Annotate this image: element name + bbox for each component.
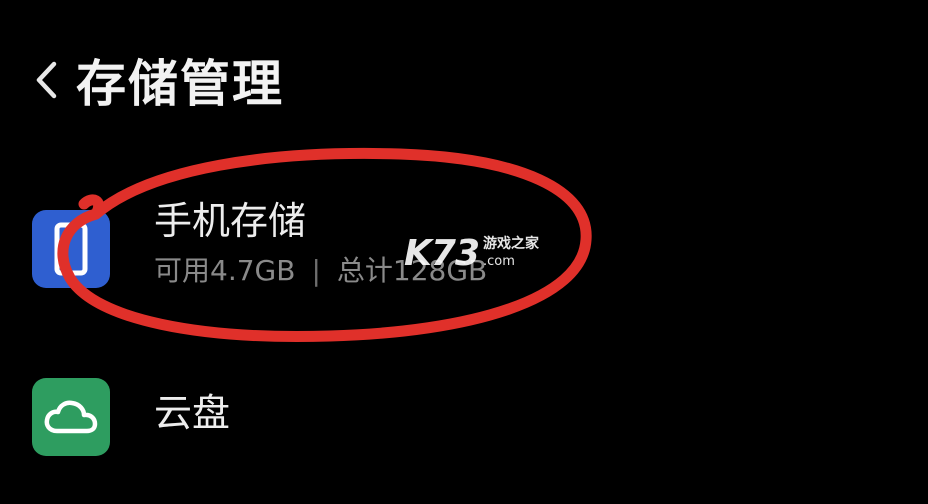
watermark-logo: K73 xyxy=(404,233,480,274)
watermark-text: 游戏之家 .com xyxy=(483,236,539,270)
cloud-drive-title: 云盘 xyxy=(154,391,231,435)
cloud-icon xyxy=(44,400,98,434)
cloud-drive-text: 云盘 xyxy=(154,390,230,436)
back-button[interactable] xyxy=(28,50,64,110)
cloud-drive-icon-tile xyxy=(32,378,110,456)
watermark: K73 游戏之家 .com xyxy=(404,236,539,272)
header: 存储管理 xyxy=(28,44,284,116)
phone-storage-icon-tile xyxy=(32,210,110,288)
phone-icon xyxy=(54,222,88,276)
available-space: 可用4.7GB xyxy=(154,254,296,287)
watermark-name: 游戏之家 xyxy=(483,236,539,252)
list-item-cloud-drive[interactable]: 云盘 xyxy=(0,370,928,466)
page-title: 存储管理 xyxy=(76,55,284,113)
watermark-domain: .com xyxy=(483,254,515,269)
usage-separator: | xyxy=(311,254,321,287)
chevron-left-icon xyxy=(36,61,57,99)
